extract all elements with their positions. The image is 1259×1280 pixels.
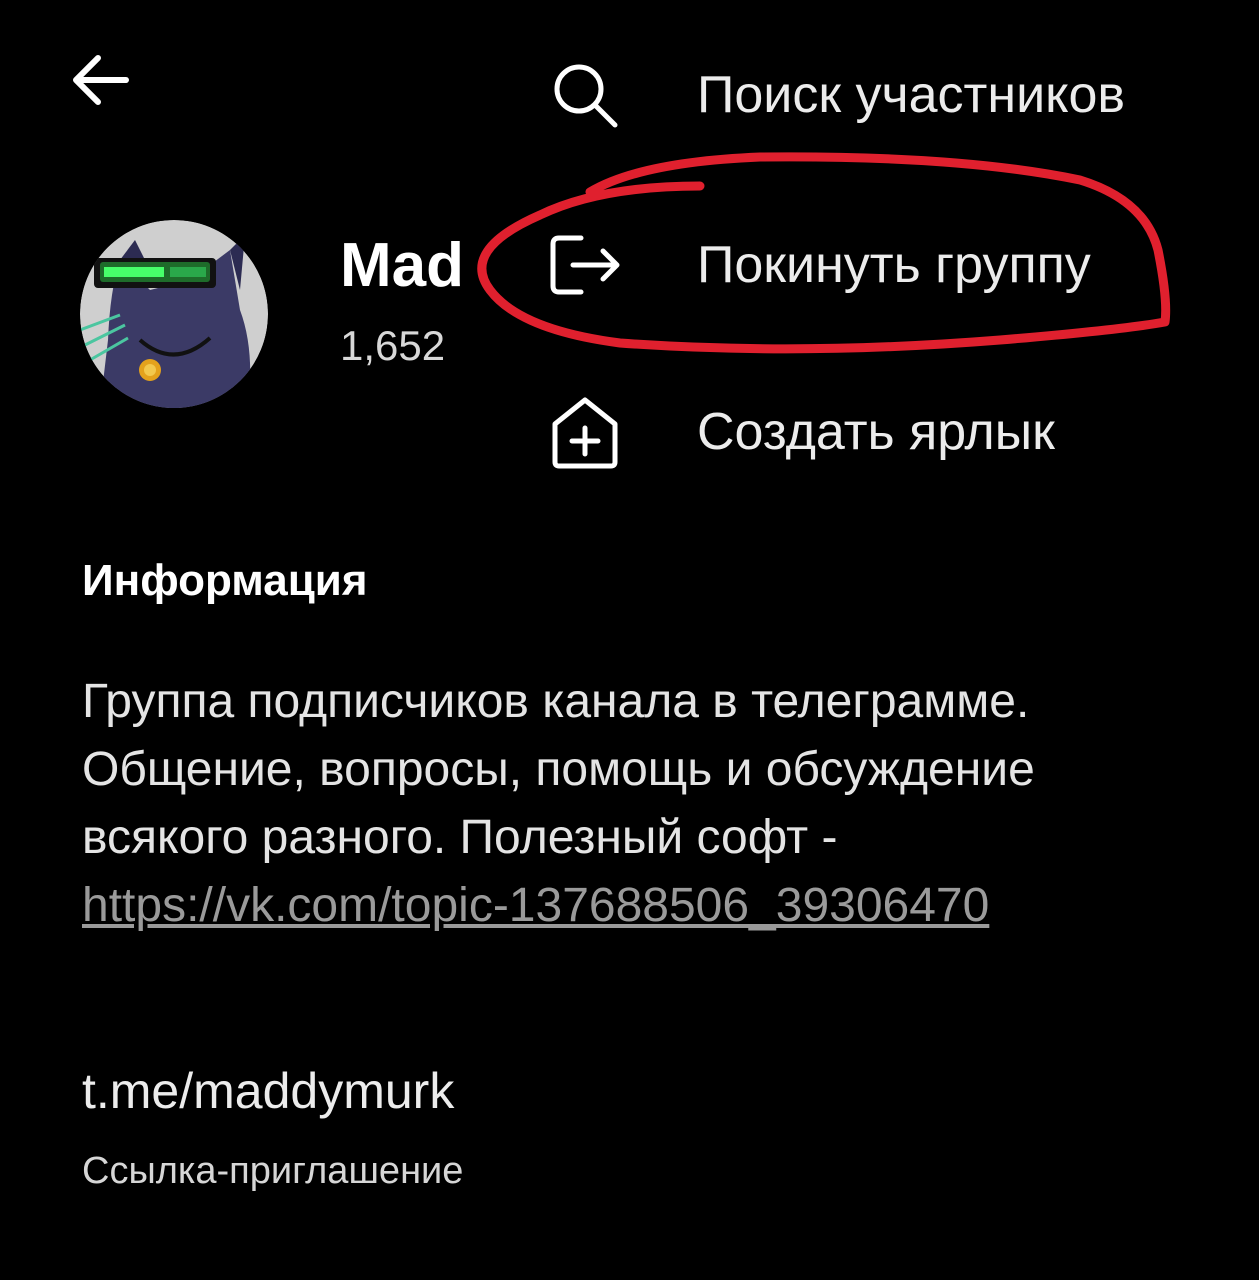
member-count: 1,652 [340, 322, 446, 369]
group-avatar[interactable] [80, 220, 268, 408]
group-title: Mad [340, 231, 464, 300]
logout-icon [545, 225, 625, 305]
add-shortcut-icon [545, 392, 625, 472]
arrow-left-icon [73, 55, 129, 105]
menu-label-search-members: Поиск участников [697, 66, 1126, 124]
back-button[interactable] [55, 40, 145, 120]
search-icon [545, 55, 625, 135]
menu-item-search-members[interactable]: Поиск участников [480, 25, 1259, 165]
invite-link[interactable]: t.me/maddymurk [82, 1062, 454, 1120]
description-link[interactable]: https://vk.com/topic-137688506_39306470 [82, 879, 989, 932]
overflow-menu: Поиск участников Покинуть группу Создать… [480, 0, 1259, 520]
menu-label-create-shortcut: Создать ярлык [697, 403, 1055, 461]
cat-avatar-image [80, 220, 268, 408]
menu-item-leave-group[interactable]: Покинуть группу [480, 195, 1259, 335]
group-description: Группа подписчиков канала в телеграмме. … [82, 668, 1202, 940]
menu-item-create-shortcut[interactable]: Создать ярлык [480, 362, 1259, 502]
menu-label-leave-group: Покинуть группу [697, 236, 1091, 294]
description-text: Группа подписчиков канала в телеграмме. … [82, 675, 1035, 864]
info-heading: Информация [82, 556, 368, 605]
invite-link-caption: Ссылка-приглашение [82, 1150, 464, 1192]
